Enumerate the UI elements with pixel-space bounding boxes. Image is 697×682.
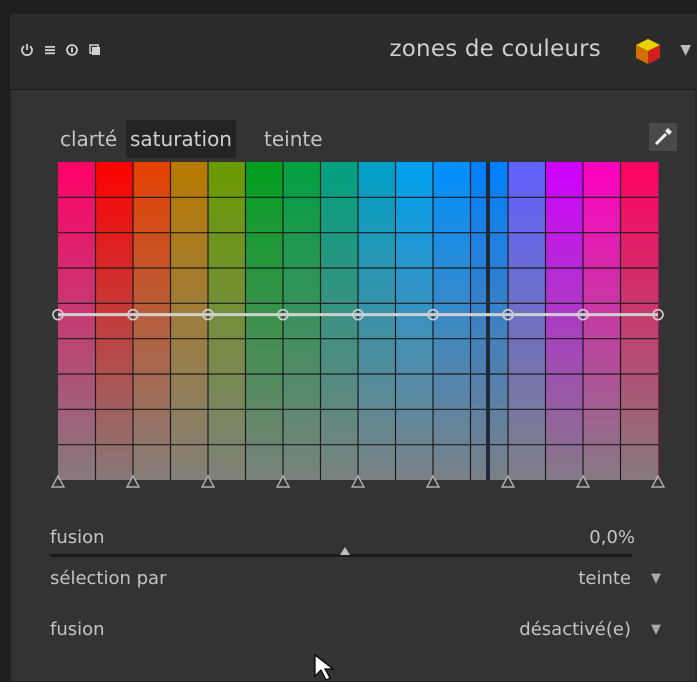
select-by-dropdown-icon[interactable]: ▼	[651, 571, 661, 586]
color-zones-graph[interactable]	[50, 162, 666, 488]
fusion-label: fusion	[50, 619, 105, 640]
eyedropper-icon	[654, 128, 672, 146]
module-title: zones de couleurs	[389, 36, 601, 62]
color-cube-icon[interactable]	[633, 36, 663, 66]
module-menu-arrow-icon[interactable]: ▼	[680, 42, 691, 58]
color-picker-button[interactable]	[649, 123, 677, 151]
tab-teinte[interactable]: teinte	[260, 120, 327, 158]
fusion-value[interactable]: désactivé(e)	[519, 619, 631, 640]
mouse-cursor-icon	[314, 654, 335, 681]
copy-icon[interactable]	[88, 43, 102, 57]
blend-slider-handle[interactable]	[340, 547, 350, 555]
tab-clarte[interactable]: clarté	[56, 120, 121, 158]
select-by-label: sélection par	[50, 568, 167, 589]
hamburger-icon[interactable]	[43, 43, 57, 57]
module-header: zones de couleurs ▼	[10, 14, 697, 90]
blend-label: fusion	[50, 527, 105, 548]
module-frame: zones de couleurs ▼ clarté saturation te…	[10, 14, 697, 681]
fusion-dropdown-icon[interactable]: ▼	[651, 622, 661, 637]
blend-value: 0,0%	[589, 527, 635, 548]
module-body: clarté saturation teinte fusion 0,0% sél…	[12, 90, 695, 681]
reset-icon[interactable]	[65, 43, 79, 57]
power-icon[interactable]	[20, 43, 34, 57]
select-by-value[interactable]: teinte	[578, 568, 631, 589]
tab-saturation[interactable]: saturation	[126, 120, 236, 158]
